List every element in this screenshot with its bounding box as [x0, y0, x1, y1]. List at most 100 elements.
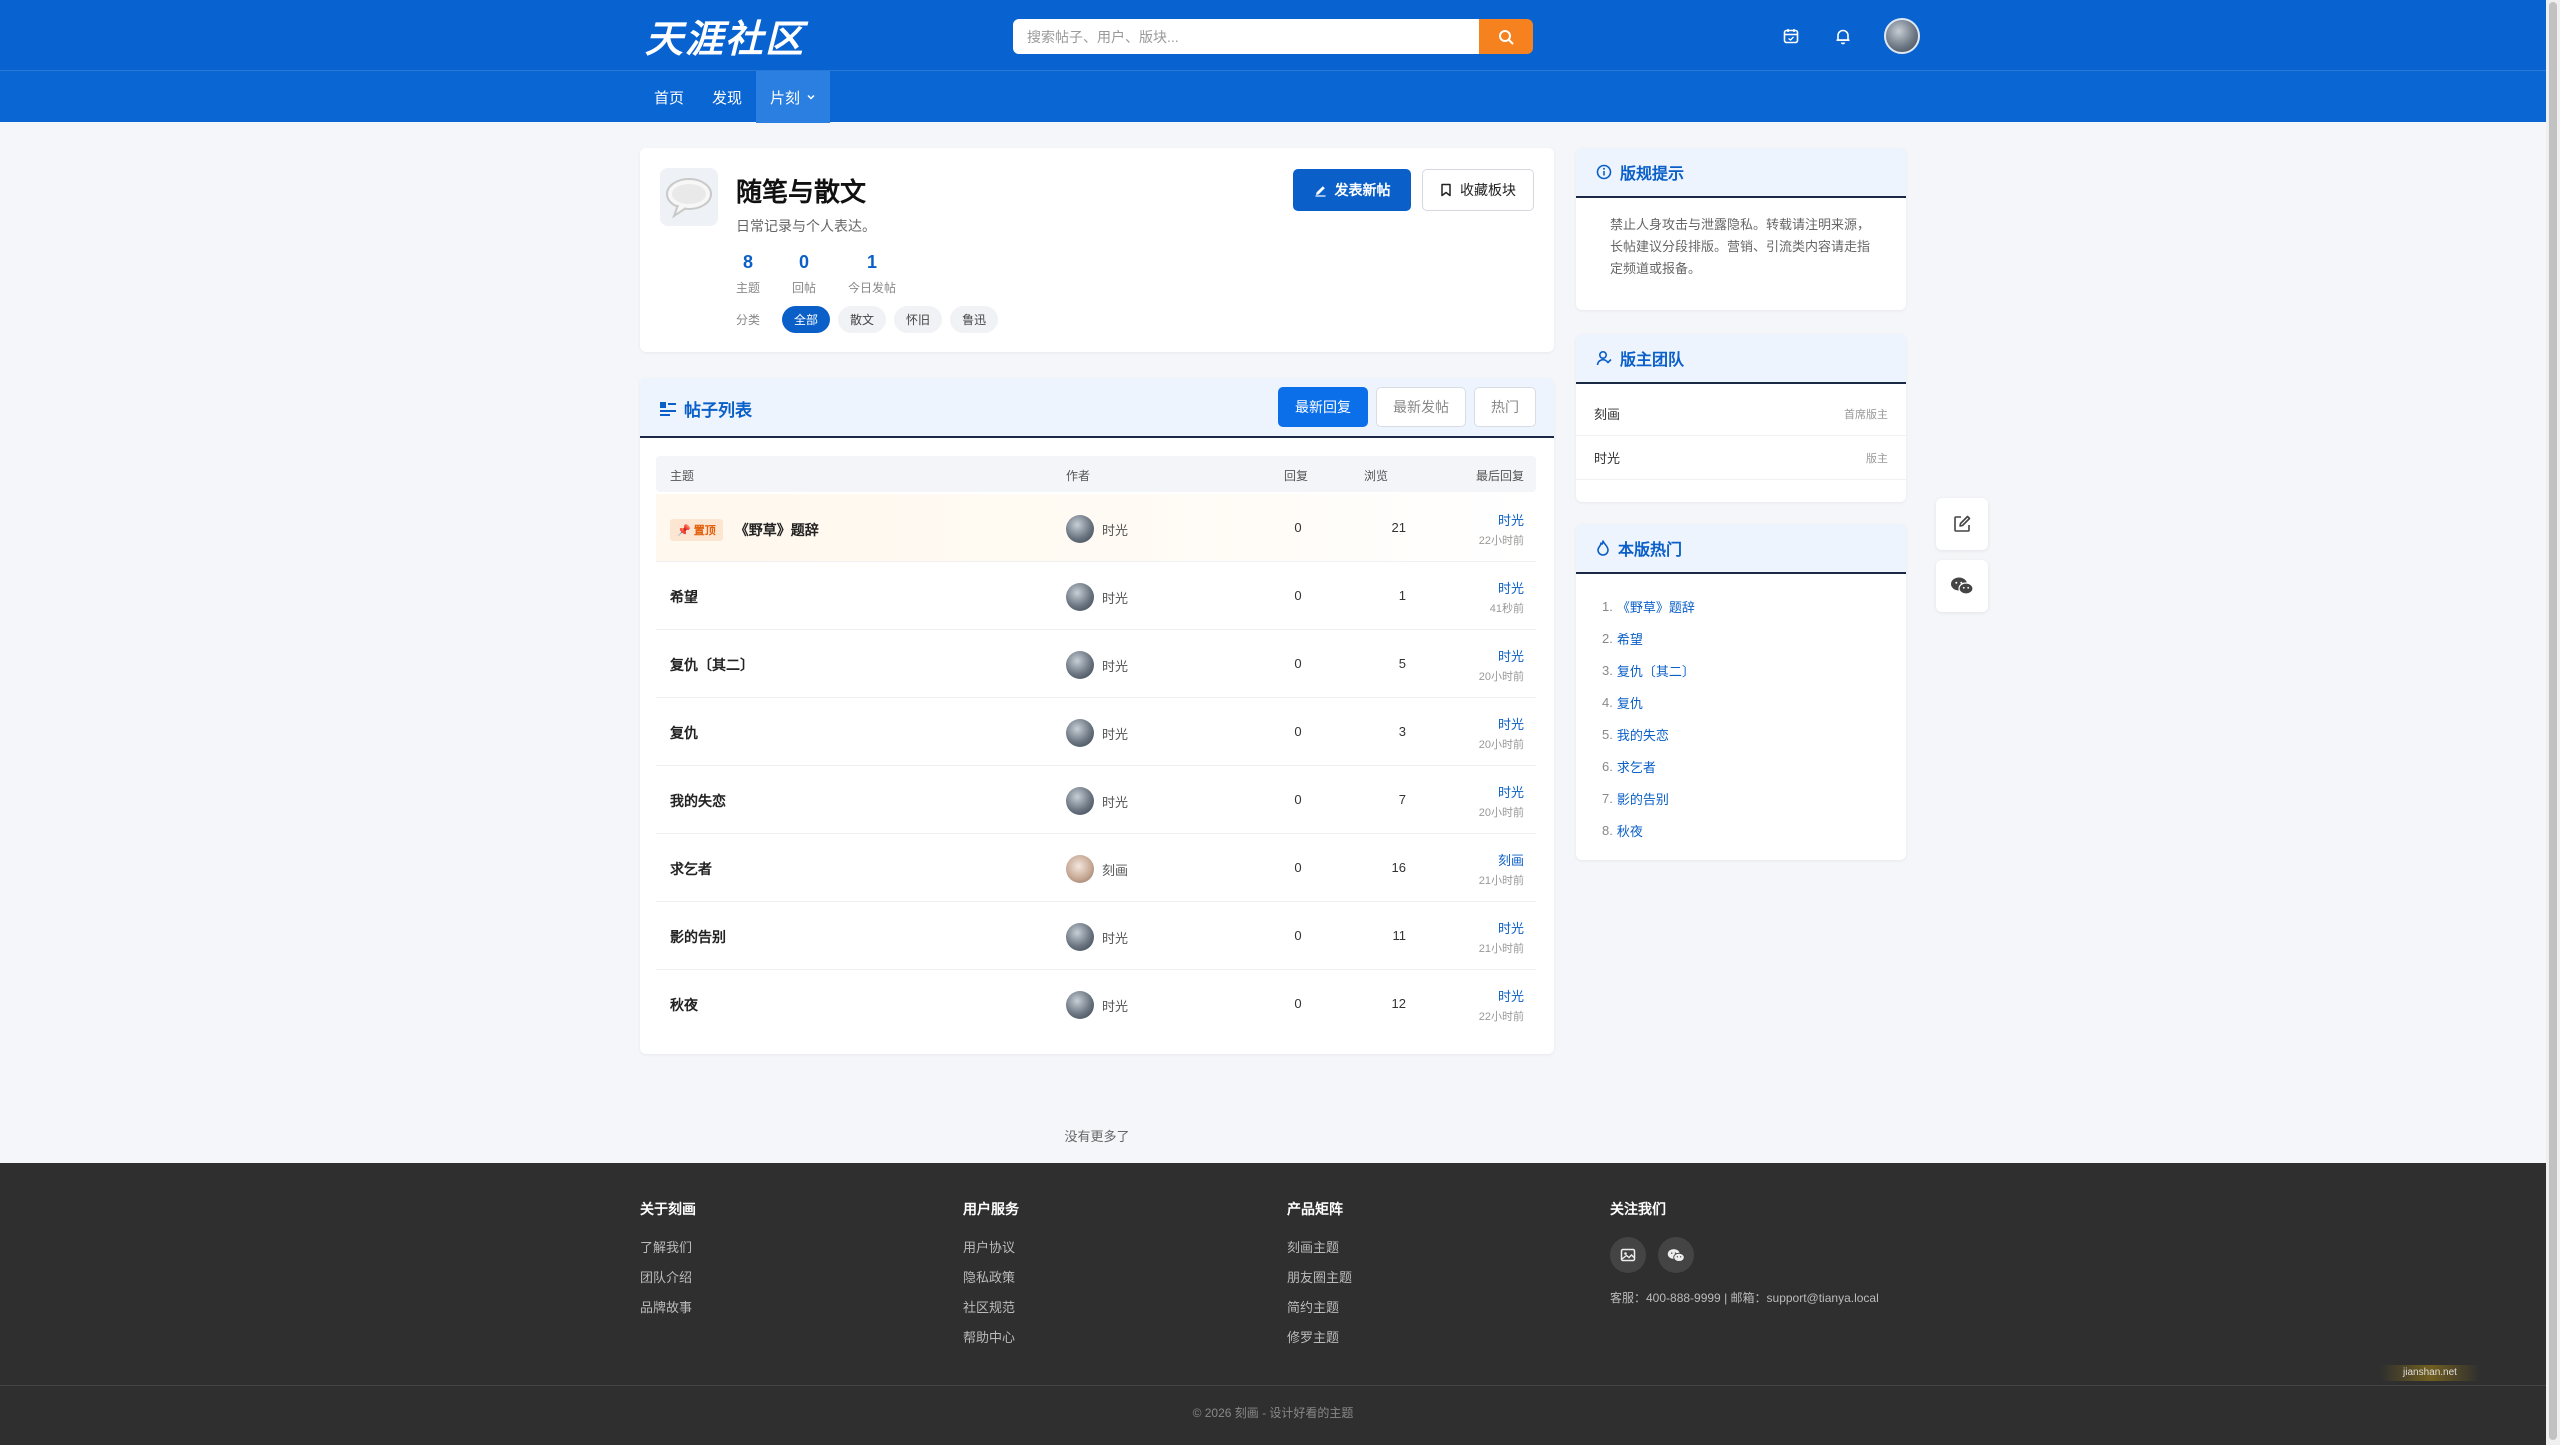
table-row[interactable]: 复仇〔其二〕 时光 0 5 时光 20小时前: [656, 630, 1536, 698]
nav-item-home[interactable]: 首页: [640, 71, 698, 123]
image-icon: [1620, 1248, 1636, 1262]
post-subject[interactable]: 秋夜: [670, 995, 698, 1015]
hot-post-item[interactable]: 8. 秋夜: [1602, 814, 1880, 846]
footer-link[interactable]: 简约主题: [1287, 1297, 1352, 1327]
post-title[interactable]: 影的告别: [670, 927, 726, 947]
footer-link[interactable]: 品牌故事: [640, 1297, 696, 1327]
last-reply-user[interactable]: 时光: [1490, 578, 1524, 597]
nav-item-discover[interactable]: 发现: [698, 71, 756, 123]
last-reply-user[interactable]: 刻画: [1479, 850, 1524, 869]
post-author[interactable]: 时光: [1066, 583, 1128, 611]
post-title[interactable]: 复仇〔其二〕: [670, 655, 754, 675]
post-title[interactable]: 秋夜: [670, 995, 698, 1015]
post-title[interactable]: 求乞者: [670, 859, 712, 879]
scrollbar-thumb[interactable]: [2549, 2, 2557, 1440]
footer-link[interactable]: 社区规范: [963, 1297, 1019, 1327]
post-title[interactable]: 《野草》题辞: [735, 520, 819, 540]
calendar-icon[interactable]: [1780, 25, 1802, 47]
post-author[interactable]: 时光: [1066, 719, 1128, 747]
wechat-social-button[interactable]: [1658, 1237, 1694, 1273]
footer-link[interactable]: 刻画主题: [1287, 1237, 1352, 1267]
hot-post-title[interactable]: 秋夜: [1617, 821, 1643, 840]
category-chip-nostalgia[interactable]: 怀旧: [894, 306, 943, 333]
last-reply-user[interactable]: 时光: [1479, 510, 1524, 529]
moderator-row[interactable]: 时光 版主: [1576, 436, 1906, 480]
last-reply-time: 22小时前: [1478, 535, 1524, 547]
site-logo[interactable]: 天涯社区: [645, 12, 805, 61]
table-row[interactable]: 📌 置顶 《野草》题辞 时光 0 21 时光 22小时前: [656, 494, 1536, 562]
moderator-name[interactable]: 刻画: [1594, 404, 1620, 423]
post-subject[interactable]: 求乞者: [670, 859, 712, 879]
hot-post-title[interactable]: 复仇〔其二〕: [1617, 661, 1695, 680]
category-filter: 分类 全部 散文 怀旧 鲁迅: [736, 306, 999, 333]
post-author[interactable]: 时光: [1066, 991, 1128, 1019]
post-title[interactable]: 希望: [670, 587, 698, 607]
category-chip-luxun[interactable]: 鲁迅: [950, 306, 999, 333]
hot-post-item[interactable]: 2. 希望: [1602, 622, 1880, 654]
hot-post-item[interactable]: 6. 求乞者: [1602, 750, 1880, 782]
footer-link[interactable]: 修罗主题: [1287, 1327, 1352, 1357]
hot-post-item[interactable]: 1. 《野草》题辞: [1602, 590, 1880, 622]
footer-link[interactable]: 用户协议: [963, 1237, 1019, 1267]
sort-tab-latest-reply[interactable]: 最新回复: [1278, 387, 1368, 427]
post-author[interactable]: 刻画: [1066, 855, 1128, 883]
table-row[interactable]: 希望 时光 0 1 时光 41秒前: [656, 562, 1536, 630]
sort-tab-latest-post[interactable]: 最新发帖: [1376, 387, 1466, 427]
post-subject[interactable]: 📌 置顶 《野草》题辞: [670, 519, 819, 541]
last-reply-user[interactable]: 时光: [1479, 918, 1524, 937]
post-title[interactable]: 复仇: [670, 723, 698, 743]
hot-post-item[interactable]: 5. 我的失恋: [1602, 718, 1880, 750]
post-author[interactable]: 时光: [1066, 515, 1128, 543]
bell-icon[interactable]: [1832, 25, 1854, 47]
footer-link[interactable]: 团队介绍: [640, 1267, 696, 1297]
table-row[interactable]: 求乞者 刻画 0 16 刻画 21小时前: [656, 834, 1536, 902]
hot-post-title[interactable]: 影的告别: [1617, 789, 1669, 808]
user-avatar[interactable]: [1884, 18, 1920, 54]
table-row[interactable]: 秋夜 时光 0 12 时光 22小时前: [656, 970, 1536, 1038]
post-author[interactable]: 时光: [1066, 651, 1128, 679]
hot-post-item[interactable]: 3. 复仇〔其二〕: [1602, 654, 1880, 686]
post-subject[interactable]: 复仇: [670, 723, 698, 743]
moderator-row[interactable]: 刻画 首席版主: [1576, 392, 1906, 436]
post-subject[interactable]: 我的失恋: [670, 791, 726, 811]
hot-post-title[interactable]: 我的失恋: [1617, 725, 1669, 744]
image-social-button[interactable]: [1610, 1237, 1646, 1273]
footer-link[interactable]: 帮助中心: [963, 1327, 1019, 1357]
hot-post-title[interactable]: 希望: [1617, 629, 1643, 648]
last-reply-user[interactable]: 时光: [1479, 782, 1524, 801]
footer-link[interactable]: 隐私政策: [963, 1267, 1019, 1297]
post-author[interactable]: 时光: [1066, 787, 1128, 815]
post-title[interactable]: 我的失恋: [670, 791, 726, 811]
post-subject[interactable]: 复仇〔其二〕: [670, 655, 754, 675]
post-author[interactable]: 时光: [1066, 923, 1128, 951]
hot-post-item[interactable]: 4. 复仇: [1602, 686, 1880, 718]
wechat-float-button[interactable]: [1936, 560, 1988, 612]
hot-post-title[interactable]: 求乞者: [1617, 757, 1656, 776]
new-post-button[interactable]: 发表新帖: [1293, 169, 1411, 211]
last-reply-user[interactable]: 时光: [1479, 646, 1524, 665]
table-row[interactable]: 复仇 时光 0 3 时光 20小时前: [656, 698, 1536, 766]
hot-post-item[interactable]: 7. 影的告别: [1602, 782, 1880, 814]
post-subject[interactable]: 影的告别: [670, 927, 726, 947]
moderator-role: 首席版主: [1844, 408, 1888, 421]
hot-post-title[interactable]: 复仇: [1617, 693, 1643, 712]
sort-tab-hot[interactable]: 热门: [1474, 387, 1536, 427]
footer-link[interactable]: 朋友圈主题: [1287, 1267, 1352, 1297]
view-count: 3: [1398, 724, 1406, 739]
category-chip-prose[interactable]: 散文: [838, 306, 887, 333]
post-subject[interactable]: 希望: [670, 587, 698, 607]
search-input[interactable]: [1013, 19, 1479, 54]
hot-post-title[interactable]: 《野草》题辞: [1617, 597, 1695, 616]
table-row[interactable]: 影的告别 时光 0 11 时光 21小时前: [656, 902, 1536, 970]
edit-float-button[interactable]: [1936, 498, 1988, 550]
moderator-name[interactable]: 时光: [1594, 448, 1620, 467]
last-reply-user[interactable]: 时光: [1479, 714, 1524, 733]
nav-item-moments[interactable]: 片刻: [756, 71, 831, 123]
search-button[interactable]: [1479, 19, 1533, 54]
rules-text: 禁止人身攻击与泄露隐私。转载请注明来源，长帖建议分段排版。营销、引流类内容请走指…: [1610, 217, 1871, 276]
table-row[interactable]: 我的失恋 时光 0 7 时光 20小时前: [656, 766, 1536, 834]
category-chip-all[interactable]: 全部: [782, 306, 831, 333]
footer-link[interactable]: 了解我们: [640, 1237, 696, 1267]
favorite-forum-button[interactable]: 收藏板块: [1422, 169, 1534, 211]
last-reply-user[interactable]: 时光: [1479, 986, 1524, 1005]
